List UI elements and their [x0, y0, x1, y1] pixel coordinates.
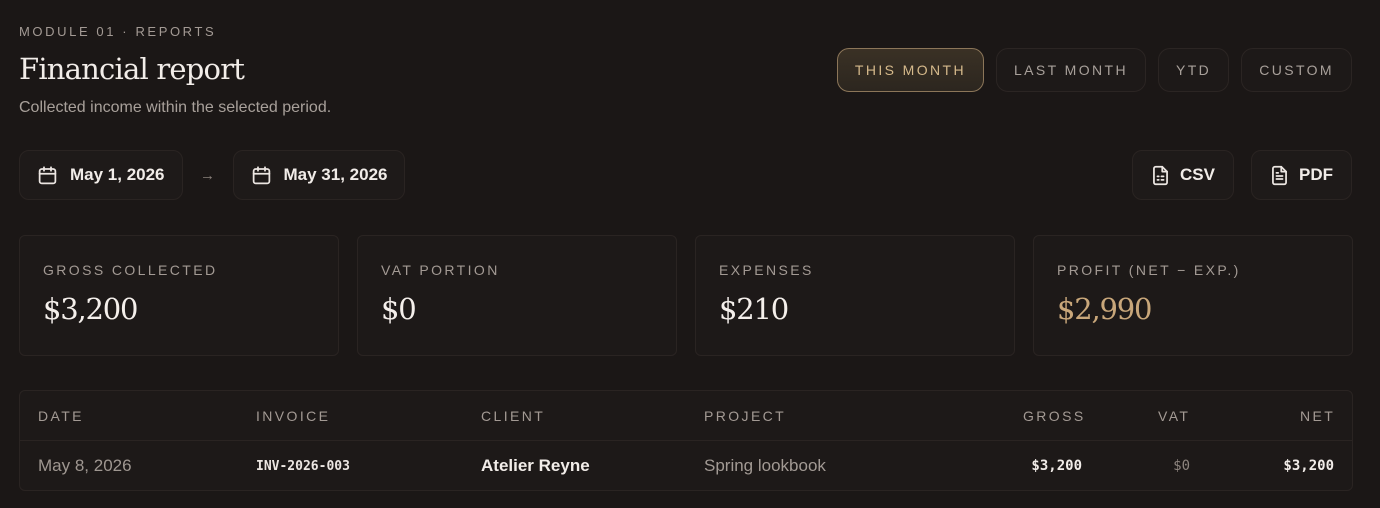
column-header-net[interactable]: NET: [1300, 391, 1335, 441]
stat-card-profit: PROFIT (NET − EXP.) $2,990: [1033, 235, 1353, 356]
column-header-date[interactable]: DATE: [38, 391, 84, 441]
breadcrumb: MODULE 01 · REPORTS: [19, 24, 217, 39]
period-tabs: THIS MONTH LAST MONTH YTD CUSTOM: [836, 48, 1352, 92]
stat-value: $2,990: [1057, 292, 1152, 326]
column-header-gross[interactable]: GROSS: [1023, 391, 1086, 441]
export-pdf-button[interactable]: PDF: [1251, 150, 1352, 200]
end-date-button[interactable]: May 31, 2026: [232, 150, 406, 200]
cell-vat: $0: [1173, 458, 1190, 474]
cell-project: Spring lookbook: [704, 456, 826, 475]
stat-label: GROSS COLLECTED: [43, 262, 218, 278]
stat-label: PROFIT (NET − EXP.): [1057, 262, 1241, 278]
column-header-invoice[interactable]: INVOICE: [256, 391, 330, 441]
spreadsheet-file-icon: [1153, 165, 1168, 185]
cell-net: $3,200: [1283, 458, 1334, 474]
end-date-label: May 31, 2026: [283, 165, 388, 184]
start-date-label: May 1, 2026: [70, 165, 165, 184]
export-actions: CSV PDF: [1132, 150, 1352, 200]
date-range-picker: May 1, 2026 → May 31, 2026: [19, 150, 406, 200]
stat-label: VAT PORTION: [381, 262, 500, 278]
table-header-row: DATE INVOICE CLIENT PROJECT GROSS VAT NE…: [20, 391, 1352, 441]
stat-card-expenses: EXPENSES $210: [695, 235, 1015, 356]
summary-cards: GROSS COLLECTED $3,200 VAT PORTION $0 EX…: [19, 235, 1353, 356]
cell-gross: $3,200: [1031, 458, 1082, 474]
column-header-client[interactable]: CLIENT: [481, 391, 545, 441]
document-icon: [1272, 165, 1287, 185]
stat-value: $0: [381, 292, 417, 326]
page-title: Financial report: [19, 52, 245, 86]
stat-label: EXPENSES: [719, 262, 814, 278]
table-row[interactable]: May 8, 2026 INV-2026-003 Atelier Reyne S…: [20, 441, 1352, 491]
cell-invoice: INV-2026-003: [256, 458, 350, 474]
tab-ytd[interactable]: YTD: [1157, 48, 1230, 92]
financial-report-page: MODULE 01 · REPORTS Financial report Col…: [0, 0, 1380, 508]
cell-client: Atelier Reyne: [481, 456, 590, 475]
stat-value: $210: [719, 292, 789, 326]
transactions-table: DATE INVOICE CLIENT PROJECT GROSS VAT NE…: [19, 390, 1353, 491]
tab-this-month[interactable]: THIS MONTH: [836, 48, 984, 92]
column-header-project[interactable]: PROJECT: [704, 391, 786, 441]
export-csv-label: CSV: [1180, 165, 1215, 184]
calendar-icon: [252, 165, 270, 184]
stat-card-vat-portion: VAT PORTION $0: [357, 235, 677, 356]
cell-date: May 8, 2026: [38, 456, 132, 475]
stat-card-gross-collected: GROSS COLLECTED $3,200: [19, 235, 339, 356]
export-csv-button[interactable]: CSV: [1132, 150, 1234, 200]
export-pdf-label: PDF: [1299, 165, 1333, 184]
arrow-right-icon: →: [200, 166, 216, 184]
tab-last-month[interactable]: LAST MONTH: [996, 48, 1146, 92]
start-date-button[interactable]: May 1, 2026: [19, 150, 183, 200]
page-subtitle: Collected income within the selected per…: [19, 99, 332, 116]
calendar-icon: [38, 165, 57, 184]
column-header-vat[interactable]: VAT: [1158, 391, 1190, 441]
stat-value: $3,200: [43, 292, 138, 326]
tab-custom[interactable]: CUSTOM: [1241, 48, 1352, 92]
